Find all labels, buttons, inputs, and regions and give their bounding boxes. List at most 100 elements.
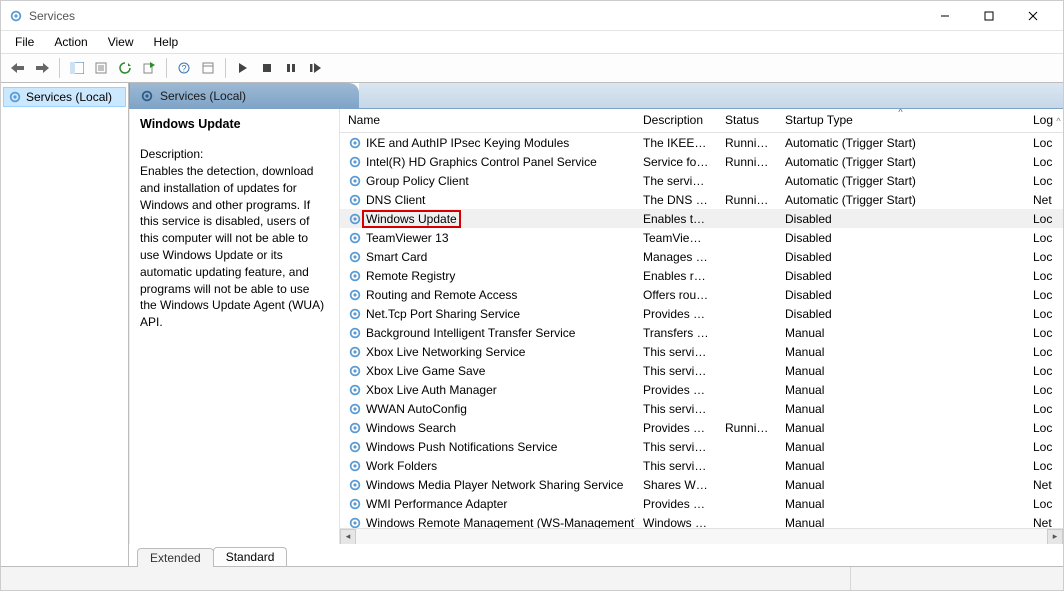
export-button[interactable]: [138, 57, 160, 79]
service-rows[interactable]: IKE and AuthIP IPsec Keying ModulesThe I…: [340, 133, 1063, 528]
toolbar-divider: [166, 58, 167, 78]
cell-log: Loc: [1025, 136, 1063, 150]
tab-extended[interactable]: Extended: [137, 548, 214, 567]
service-row[interactable]: Windows SearchProvides co...RunningManua…: [340, 418, 1063, 437]
stop-service-button[interactable]: [256, 57, 278, 79]
service-list: Name Description Status Startup Type ^ L…: [340, 109, 1063, 544]
service-row[interactable]: Windows Media Player Network Sharing Ser…: [340, 475, 1063, 494]
service-name-text: Background Intelligent Transfer Service: [366, 326, 575, 340]
pause-service-button[interactable]: [280, 57, 302, 79]
service-row[interactable]: Routing and Remote AccessOffers routi...…: [340, 285, 1063, 304]
cell-stype: Disabled: [777, 250, 1025, 264]
show-hide-tree-button[interactable]: [66, 57, 88, 79]
service-row[interactable]: Background Intelligent Transfer ServiceT…: [340, 323, 1063, 342]
cell-stype: Automatic (Trigger Start): [777, 174, 1025, 188]
service-row[interactable]: Net.Tcp Port Sharing ServiceProvides abi…: [340, 304, 1063, 323]
cell-desc: Provides pe...: [635, 497, 717, 511]
back-button[interactable]: [7, 57, 29, 79]
service-row[interactable]: Work FoldersThis service ...ManualLoc: [340, 456, 1063, 475]
cell-log: Loc: [1025, 440, 1063, 454]
service-row[interactable]: Xbox Live Game SaveThis service ...Manua…: [340, 361, 1063, 380]
cell-status: Running: [717, 193, 777, 207]
menu-view[interactable]: View: [100, 33, 142, 51]
col-startup-type[interactable]: Startup Type ^: [777, 109, 1025, 132]
cell-name: TeamViewer 13: [340, 231, 635, 245]
col-status[interactable]: Status: [717, 109, 777, 132]
col-description[interactable]: Description: [635, 109, 717, 132]
restart-service-button[interactable]: [304, 57, 326, 79]
menu-action[interactable]: Action: [46, 33, 95, 51]
menu-file[interactable]: File: [7, 33, 42, 51]
service-name-text: Windows Media Player Network Sharing Ser…: [366, 478, 623, 492]
service-name-text: Xbox Live Auth Manager: [366, 383, 497, 397]
service-row[interactable]: DNS ClientThe DNS Cli...RunningAutomatic…: [340, 190, 1063, 209]
cell-log: Loc: [1025, 250, 1063, 264]
service-row[interactable]: Xbox Live Auth ManagerProvides au...Manu…: [340, 380, 1063, 399]
col-log-on-as[interactable]: Log ^: [1025, 109, 1063, 132]
cell-stype: Disabled: [777, 212, 1025, 226]
description-text: Enables the detection, download and inst…: [140, 163, 329, 331]
cell-desc: Provides abi...: [635, 307, 717, 321]
service-row[interactable]: Group Policy Client The service ... Automa…: [340, 171, 1063, 190]
forward-button[interactable]: [31, 57, 53, 79]
scroll-track[interactable]: [356, 529, 1047, 545]
menu-help[interactable]: Help: [146, 33, 187, 51]
toolbar-divider: [59, 58, 60, 78]
cell-log: Net: [1025, 478, 1063, 492]
chevron-up-icon: ^: [1056, 116, 1060, 126]
service-row[interactable]: Windows UpdateEnables the ...DisabledLoc: [340, 209, 1063, 228]
service-row[interactable]: Xbox Live Networking ServiceThis service…: [340, 342, 1063, 361]
cell-stype: Manual: [777, 364, 1025, 378]
scroll-left-button[interactable]: ◂: [340, 529, 356, 545]
cell-stype: Manual: [777, 383, 1025, 397]
service-row[interactable]: IKE and AuthIP IPsec Keying ModulesThe I…: [340, 133, 1063, 152]
cell-stype: Automatic (Trigger Start): [777, 136, 1025, 150]
menubar: File Action View Help: [1, 31, 1063, 53]
service-row[interactable]: WMI Performance AdapterProvides pe...Man…: [340, 494, 1063, 513]
service-row[interactable]: Windows Push Notifications ServiceThis s…: [340, 437, 1063, 456]
close-button[interactable]: [1011, 2, 1055, 30]
cell-name: Xbox Live Auth Manager: [340, 383, 635, 397]
service-name-text: Group Policy Client: [366, 174, 469, 188]
service-row[interactable]: Intel(R) HD Graphics Control Panel Servi…: [340, 152, 1063, 171]
service-row[interactable]: Windows Remote Management (WS-Management…: [340, 513, 1063, 528]
horizontal-scrollbar[interactable]: ◂ ▸: [340, 528, 1063, 544]
maximize-button[interactable]: [967, 2, 1011, 30]
service-name-text: WMI Performance Adapter: [366, 497, 507, 511]
selected-service-name: Windows Update: [140, 117, 329, 131]
scroll-right-button[interactable]: ▸: [1047, 529, 1063, 545]
sort-caret-icon: ^: [898, 109, 902, 117]
cell-name: IKE and AuthIP IPsec Keying Modules: [340, 136, 635, 150]
cell-stype: Manual: [777, 516, 1025, 529]
service-name-text: Work Folders: [366, 459, 437, 473]
tree-node-services-local[interactable]: Services (Local): [3, 87, 126, 107]
cell-desc: This service ...: [635, 345, 717, 359]
properties-button[interactable]: [90, 57, 112, 79]
service-row[interactable]: Remote RegistryEnables rem...DisabledLoc: [340, 266, 1063, 285]
service-row[interactable]: WWAN AutoConfigThis service ...ManualLoc: [340, 399, 1063, 418]
tab-standard[interactable]: Standard: [213, 547, 288, 566]
minimize-button[interactable]: [923, 2, 967, 30]
cell-name: Remote Registry: [340, 269, 635, 283]
start-service-button[interactable]: [232, 57, 254, 79]
service-row[interactable]: Smart CardManages ac...DisabledLoc: [340, 247, 1063, 266]
cell-name: Routing and Remote Access: [340, 288, 635, 302]
gear-icon: [348, 307, 362, 321]
col-name[interactable]: Name: [340, 109, 635, 132]
cell-desc: The service ...: [635, 174, 717, 188]
manage-button[interactable]: [197, 57, 219, 79]
service-row[interactable]: TeamViewer 13TeamViewer...DisabledLoc: [340, 228, 1063, 247]
cell-name: Windows Remote Management (WS-Management…: [340, 516, 635, 529]
tree-pane[interactable]: Services (Local): [1, 83, 129, 566]
cell-stype: Disabled: [777, 269, 1025, 283]
titlebar[interactable]: Services: [1, 1, 1063, 31]
cell-name: DNS Client: [340, 193, 635, 207]
refresh-button[interactable]: [114, 57, 136, 79]
cell-name: Background Intelligent Transfer Service: [340, 326, 635, 340]
gear-icon: [348, 155, 362, 169]
help-button[interactable]: ?: [173, 57, 195, 79]
cell-stype: Manual: [777, 326, 1025, 340]
gear-icon: [348, 212, 362, 226]
service-name-text: Smart Card: [366, 250, 427, 264]
cell-log: Loc: [1025, 326, 1063, 340]
